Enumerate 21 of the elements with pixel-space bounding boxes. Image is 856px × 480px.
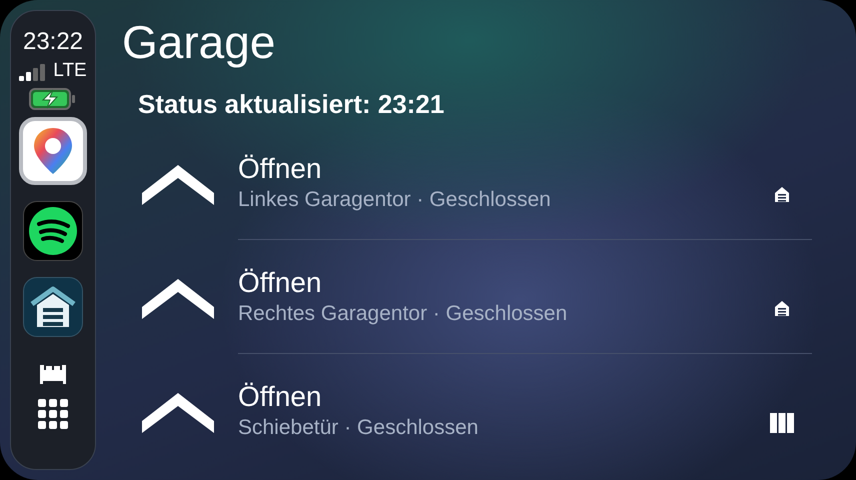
door-row[interactable]: Öffnen Schiebetür · Geschlossen — [142, 354, 812, 468]
sound-waves-app-icon[interactable] — [23, 201, 83, 261]
page-title: Garage — [122, 15, 276, 70]
map-pin-app-icon[interactable] — [19, 117, 87, 185]
door-status-text: Rechtes Garagentor · Geschlossen — [238, 300, 568, 326]
network-label: LTE — [53, 61, 87, 81]
status-text: Status aktualisiert: 23:21 — [138, 88, 446, 120]
action-label: Öffnen — [238, 266, 323, 300]
door-status-text: Linkes Garagentor · Geschlossen — [238, 186, 552, 212]
sliding-door-icon — [770, 413, 794, 433]
garage-icon — [774, 187, 790, 202]
door-row[interactable]: Öffnen Rechtes Garagentor · Geschlossen — [142, 240, 812, 354]
battery-charging-icon — [29, 88, 77, 110]
action-label: Öffnen — [238, 380, 323, 414]
status-time: 23:22 — [22, 29, 84, 55]
door-status-text: Schiebetür · Geschlossen — [238, 415, 480, 441]
action-label: Öffnen — [238, 152, 323, 186]
garage-app-icon[interactable] — [23, 277, 83, 337]
app-grid-icon[interactable] — [38, 399, 68, 429]
garage-icon — [774, 301, 790, 316]
door-row[interactable]: Öffnen Linkes Garagentor · Geschlossen — [142, 126, 812, 240]
